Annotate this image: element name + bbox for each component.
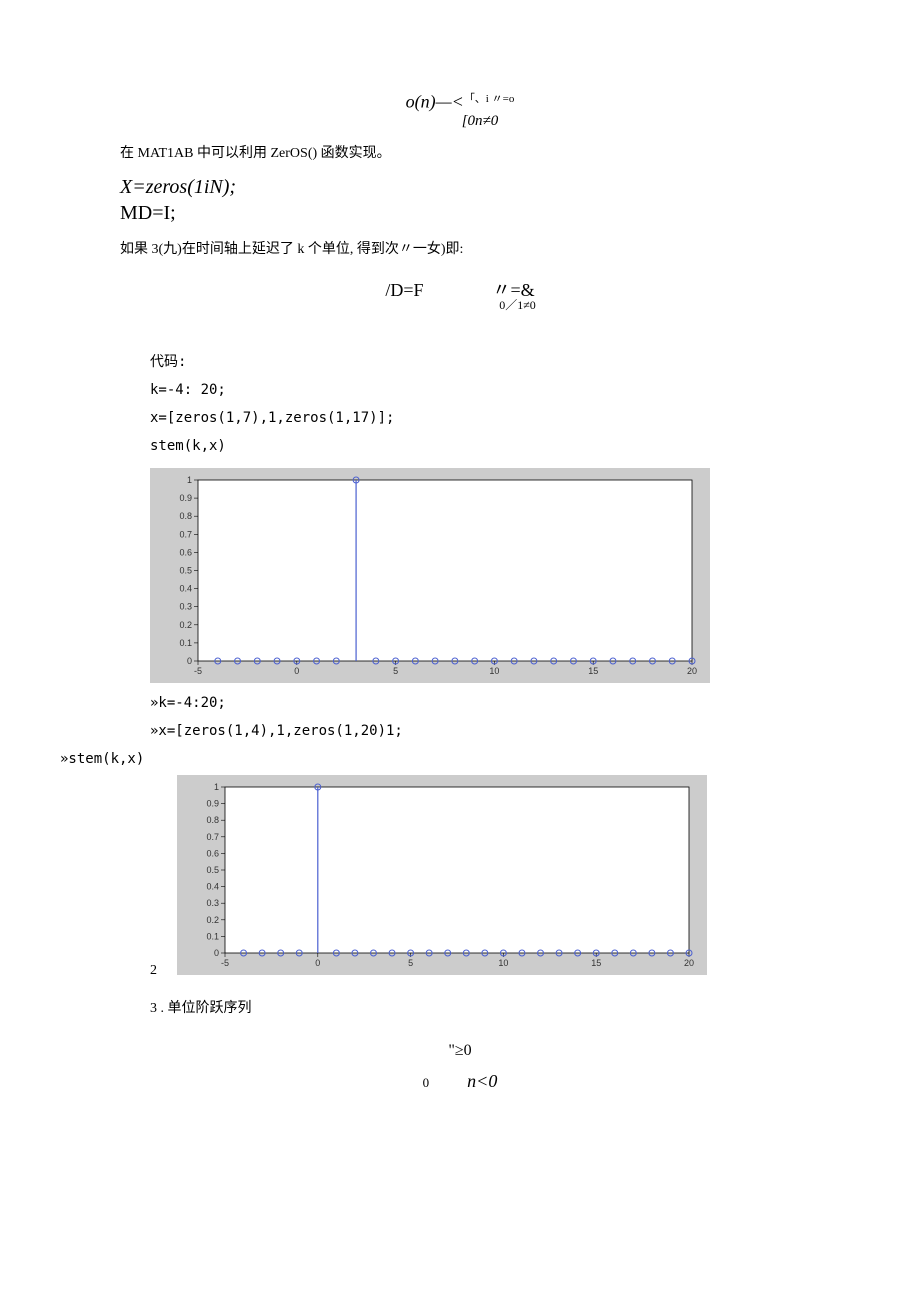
svg-text:0.2: 0.2 [179, 619, 192, 629]
svg-text:5: 5 [408, 958, 413, 968]
svg-text:0.6: 0.6 [179, 547, 192, 557]
svg-text:0.9: 0.9 [179, 493, 192, 503]
formula-2-left: /D=F [385, 280, 423, 300]
formula-1-left: o(n)—< [406, 92, 464, 112]
svg-text:-5: -5 [221, 958, 229, 968]
svg-text:0.5: 0.5 [206, 865, 219, 875]
svg-text:5: 5 [393, 666, 398, 676]
code-label: 代码: [150, 348, 860, 376]
svg-text:15: 15 [591, 958, 601, 968]
code-line-3: stem(k,x) [150, 432, 860, 460]
code-italic-line-1: X=zeros(1iN); [120, 174, 860, 200]
formula-3-bottom-left: 0 [423, 1075, 430, 1090]
stem-chart-2-svg: 00.10.20.30.40.50.60.70.80.91-505101520 [177, 775, 707, 975]
cmd-line-1: »k=-4:20; [150, 695, 860, 711]
heading-3: 3 . 单位阶跃序列 [150, 997, 860, 1017]
code-italic-block: X=zeros(1iN); MD=I; [120, 174, 860, 226]
svg-text:0.8: 0.8 [179, 511, 192, 521]
paragraph-2: 如果 3(九)在时间轴上延迟了 k 个单位, 得到次〃一女)即: [120, 238, 860, 258]
formula-3: "≥0 0 n<0 [60, 1037, 860, 1099]
svg-text:0.3: 0.3 [179, 601, 192, 611]
document-page: o(n)—<「、i 〃=o [0n≠0 在 MAT1AB 中可以利用 ZerOS… [0, 0, 920, 1178]
svg-text:20: 20 [687, 666, 697, 676]
formula-1-bottom: [0n≠0 [100, 113, 860, 130]
formula-1: o(n)—<「、i 〃=o [0n≠0 [60, 90, 860, 130]
svg-text:15: 15 [588, 666, 598, 676]
code-italic-line-2: MD=I; [120, 200, 860, 226]
svg-text:0.7: 0.7 [206, 831, 219, 841]
formula-2: /D=F 〃=& 0／1≠0 [60, 276, 860, 302]
svg-text:0.9: 0.9 [206, 798, 219, 808]
svg-text:0.3: 0.3 [206, 898, 219, 908]
svg-text:0: 0 [187, 656, 192, 666]
cmd-line-2: »x=[zeros(1,4),1,zeros(1,20)1; [150, 723, 860, 739]
svg-text:0.4: 0.4 [206, 881, 219, 891]
stem-chart-1: 00.10.20.30.40.50.60.70.80.91-505101520 [150, 468, 710, 683]
svg-text:0: 0 [294, 666, 299, 676]
list-number-2: 2 [150, 963, 157, 979]
paragraph-1: 在 MAT1AB 中可以利用 ZerOS() 函数实现。 [120, 142, 860, 162]
svg-text:0.2: 0.2 [206, 914, 219, 924]
svg-text:1: 1 [214, 782, 219, 792]
svg-text:20: 20 [684, 958, 694, 968]
svg-text:0: 0 [214, 948, 219, 958]
svg-text:0.1: 0.1 [179, 638, 192, 648]
svg-text:0.8: 0.8 [206, 815, 219, 825]
code-line-1: k=-4: 20; [150, 376, 860, 404]
code-line-2: x=[zeros(1,7),1,zeros(1,17)]; [150, 404, 860, 432]
svg-text:10: 10 [489, 666, 499, 676]
formula-2-sub: 0／1≠0 [473, 296, 563, 313]
stem-chart-2: 00.10.20.30.40.50.60.70.80.91-505101520 [177, 775, 707, 975]
svg-text:0.5: 0.5 [179, 565, 192, 575]
formula-3-bottom-right: n<0 [467, 1071, 497, 1091]
svg-text:-5: -5 [194, 666, 202, 676]
chart-2-row: 2 00.10.20.30.40.50.60.70.80.91-50510152… [60, 771, 860, 979]
svg-text:0.6: 0.6 [206, 848, 219, 858]
svg-text:0.1: 0.1 [206, 931, 219, 941]
code-block-1: 代码: k=-4: 20; x=[zeros(1,7),1,zeros(1,17… [150, 348, 860, 460]
cmd-line-3: »stem(k,x) [60, 751, 860, 767]
formula-3-top: "≥0 [60, 1037, 860, 1066]
stem-chart-1-svg: 00.10.20.30.40.50.60.70.80.91-505101520 [150, 468, 710, 683]
svg-text:0.4: 0.4 [179, 583, 192, 593]
svg-text:0.7: 0.7 [179, 529, 192, 539]
svg-text:0: 0 [315, 958, 320, 968]
formula-1-sup: 「、i 〃=o [464, 93, 515, 105]
svg-text:10: 10 [498, 958, 508, 968]
svg-text:1: 1 [187, 475, 192, 485]
